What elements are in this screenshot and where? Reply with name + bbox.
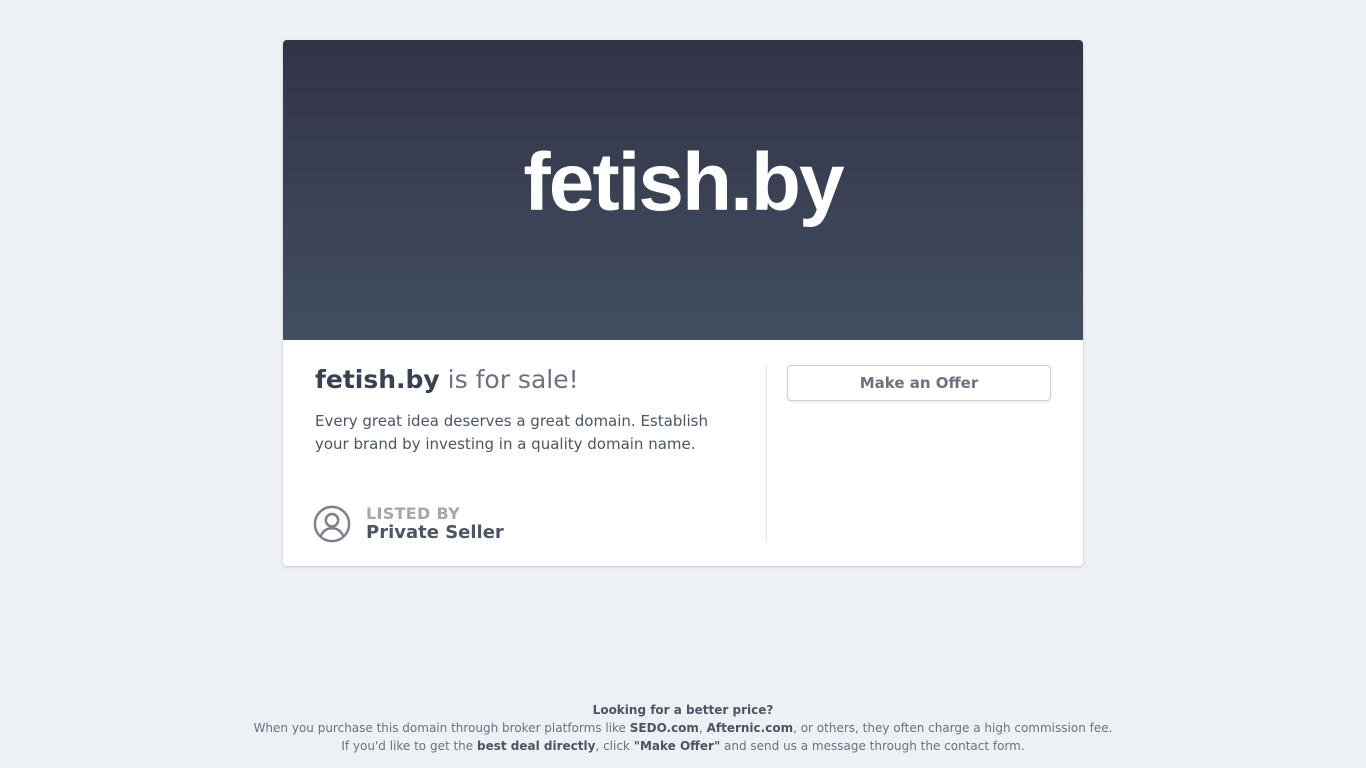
seller-text: LISTED BY Private Seller (366, 505, 504, 543)
footer-line-2: If you'd like to get the best deal direc… (0, 737, 1366, 755)
make-offer-button[interactable]: Make an Offer (787, 365, 1051, 401)
seller-info: LISTED BY Private Seller (313, 505, 504, 543)
footer-line2-mid: , click (595, 739, 634, 753)
footer-line1-post: , or others, they often charge a high co… (793, 721, 1113, 735)
footer-line2-post: and send us a message through the contac… (720, 739, 1025, 753)
headline-suffix: is for sale! (439, 365, 579, 394)
sedo-link: SEDO.com (629, 721, 699, 735)
seller-name: Private Seller (366, 522, 504, 543)
column-divider (766, 365, 767, 542)
sale-headline: fetish.by is for sale! (315, 365, 755, 395)
best-deal-text: best deal directly (476, 739, 596, 753)
listed-by-label: LISTED BY (366, 504, 460, 523)
sale-info: fetish.by is for sale! Every great idea … (315, 365, 755, 456)
user-circle-icon (313, 505, 351, 543)
footer: Looking for a better price? When you pur… (0, 701, 1366, 755)
headline-domain: fetish.by (315, 365, 440, 394)
footer-line-1: When you purchase this domain through br… (0, 719, 1366, 737)
hero-banner: fetish.by (283, 40, 1083, 340)
sale-description: Every great idea deserves a great domain… (315, 412, 708, 453)
footer-line2-pre: If you'd like to get the (341, 739, 477, 753)
afternic-link: Afternic.com (706, 721, 794, 735)
footer-heading-text: Looking for a better price? (592, 703, 774, 717)
footer-comma: , (698, 721, 707, 735)
make-offer-text: "Make Offer" (633, 739, 721, 753)
hero-domain-title: fetish.by (523, 137, 844, 228)
footer-line1-pre: When you purchase this domain through br… (253, 721, 630, 735)
footer-heading: Looking for a better price? (0, 701, 1366, 719)
sale-card: fetish.by fetish.by is for sale! Every g… (283, 40, 1083, 566)
